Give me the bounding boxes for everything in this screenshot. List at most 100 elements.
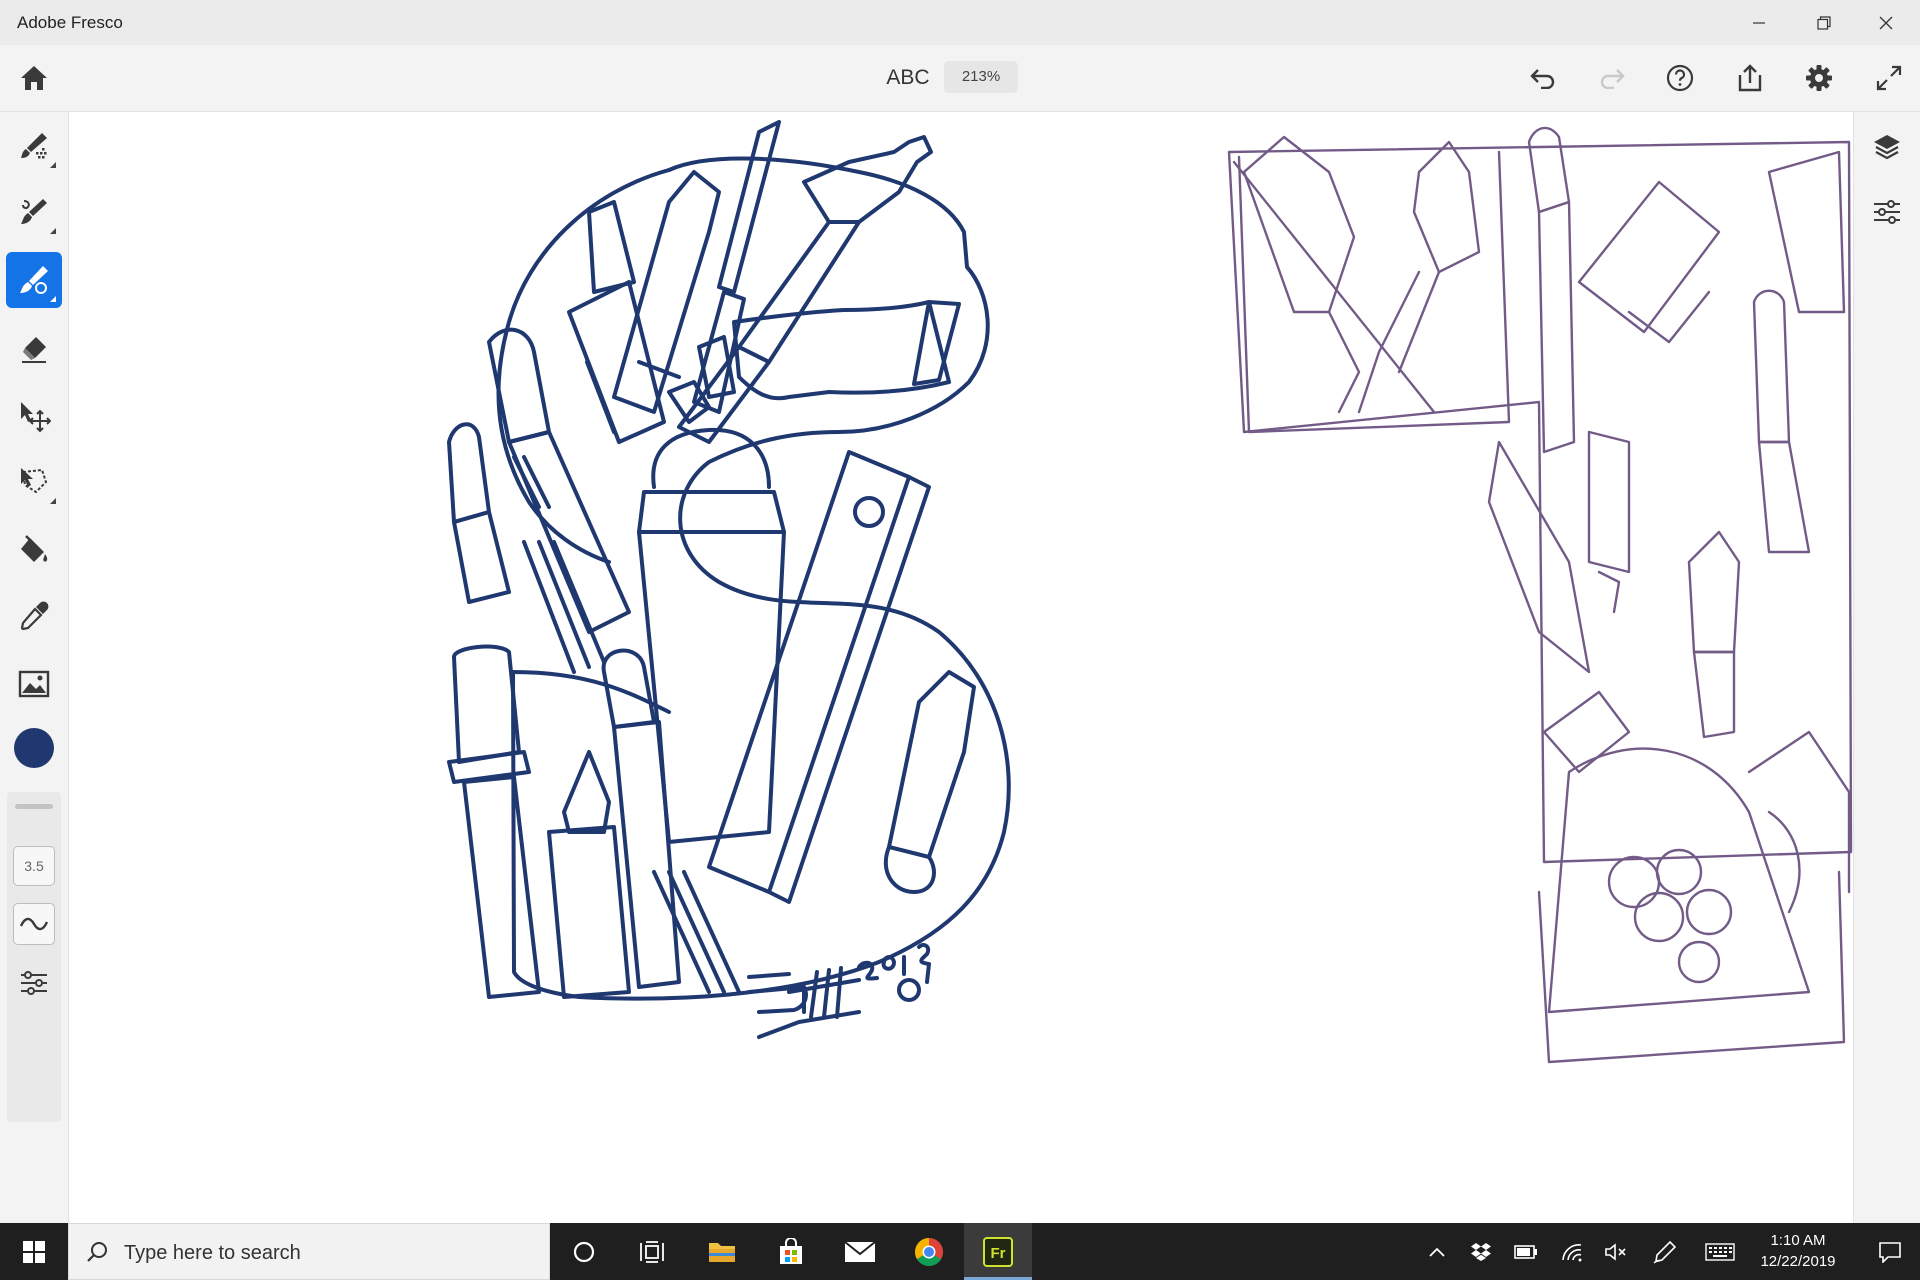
volume-muted-icon (1605, 1242, 1626, 1261)
size-slider-handle[interactable] (15, 804, 53, 809)
layers-icon (1874, 135, 1900, 160)
system-clock[interactable]: 1:10 AM 12/22/2019 (1736, 1230, 1860, 1272)
settings-button[interactable] (1796, 55, 1842, 101)
taskbar-search[interactable]: Type here to search (68, 1223, 550, 1280)
fresco-icon: Fr (983, 1236, 1013, 1267)
pencil-sketch (1227, 126, 1853, 1064)
live-brush-tool[interactable] (6, 184, 62, 240)
restore-icon (1817, 15, 1831, 30)
chrome-icon (915, 1237, 943, 1266)
fresco-icon-label: Fr (991, 1245, 1006, 1262)
cortana-icon (573, 1241, 595, 1262)
zoom-level[interactable]: 213% (944, 61, 1018, 93)
layer-properties-icon (1874, 200, 1900, 224)
help-button[interactable] (1657, 55, 1703, 101)
search-placeholder: Type here to search (124, 1242, 301, 1264)
windows-logo-icon (23, 1240, 45, 1263)
fullscreen-button[interactable] (1866, 55, 1912, 101)
smoothing-wave-icon (19, 917, 49, 931)
pixel-brush-icon (21, 133, 47, 159)
network-tray-button[interactable] (1552, 1223, 1592, 1280)
mail-icon (844, 1240, 876, 1262)
move-transform-icon (21, 402, 51, 433)
minimize-button[interactable] (1725, 0, 1793, 45)
share-button[interactable] (1727, 55, 1773, 101)
place-image-tool[interactable] (6, 656, 62, 712)
pixel-brush-tool[interactable] (6, 118, 62, 174)
document-title[interactable]: ABC (870, 66, 946, 90)
undo-icon (1530, 69, 1555, 89)
fresco-taskbar-button[interactable]: Fr (964, 1223, 1032, 1280)
task-view-icon (640, 1240, 664, 1263)
minimize-icon (1753, 21, 1765, 24)
redo-button[interactable] (1589, 55, 1635, 101)
task-view-button[interactable] (618, 1223, 686, 1280)
layers-button[interactable] (1864, 124, 1910, 170)
pen-icon (1653, 1240, 1677, 1264)
touch-keyboard-button[interactable] (1700, 1223, 1740, 1280)
lasso-select-tool[interactable] (6, 454, 62, 510)
file-explorer-button[interactable] (688, 1223, 756, 1280)
brush-size-value[interactable]: 3.5 (13, 846, 55, 886)
app-toolbar: ABC 213% (0, 45, 1920, 112)
layer-properties-button[interactable] (1864, 189, 1910, 235)
home-icon (21, 66, 47, 90)
chrome-button[interactable] (895, 1223, 963, 1280)
brush-settings-panel: 3.5 (7, 792, 61, 1122)
vector-brush-tool[interactable] (6, 252, 62, 308)
right-rail (1853, 112, 1920, 1223)
battery-icon (1514, 1244, 1537, 1259)
clock-time: 1:10 AM (1770, 1232, 1826, 1249)
mail-button[interactable] (826, 1223, 894, 1280)
eyedropper-tool[interactable] (6, 588, 62, 644)
dropbox-icon (1471, 1242, 1491, 1261)
window-title-bar: Adobe Fresco (0, 0, 1920, 45)
share-icon (1738, 64, 1762, 92)
close-icon (1879, 16, 1893, 29)
window-title: Adobe Fresco (17, 13, 123, 32)
wifi-icon (1562, 1243, 1582, 1261)
taskbar: Type here to search Fr 1:10 AM 12/22/201… (0, 1223, 1920, 1280)
undo-button[interactable] (1520, 55, 1566, 101)
eraser-tool[interactable] (6, 321, 62, 377)
cortana-button[interactable] (550, 1223, 618, 1280)
help-icon (1666, 64, 1694, 92)
brush-options-button[interactable] (13, 962, 55, 1004)
vector-brush-icon (20, 266, 48, 294)
chevron-up-icon (1429, 1247, 1445, 1257)
keyboard-icon (1705, 1242, 1735, 1261)
redo-icon (1600, 69, 1625, 89)
volume-tray-button[interactable] (1596, 1223, 1636, 1280)
ink-letter-s-drawing (447, 120, 1011, 1039)
drawing-canvas[interactable] (69, 112, 1853, 1223)
store-button[interactable] (757, 1223, 825, 1280)
notification-icon (1879, 1241, 1901, 1263)
tools-panel: 3.5 (0, 112, 69, 1223)
fill-tool[interactable] (6, 522, 62, 578)
dropbox-tray-button[interactable] (1461, 1223, 1501, 1280)
start-button[interactable] (0, 1223, 68, 1280)
close-button[interactable] (1852, 0, 1920, 45)
restore-button[interactable] (1790, 0, 1858, 45)
search-icon (87, 1242, 107, 1262)
live-brush-icon (21, 199, 47, 224)
home-button[interactable] (11, 55, 57, 101)
smoothing-button[interactable] (13, 903, 55, 945)
color-swatch[interactable] (14, 728, 54, 768)
file-explorer-icon (709, 1242, 735, 1262)
artwork (447, 120, 1853, 1064)
eraser-icon (22, 337, 46, 363)
fill-bucket-icon (21, 535, 48, 562)
move-transform-tool[interactable] (6, 388, 62, 444)
sliders-icon (21, 971, 47, 995)
show-hidden-icons-button[interactable] (1417, 1223, 1457, 1280)
pen-workspace-button[interactable] (1645, 1223, 1685, 1280)
fullscreen-icon (1876, 65, 1902, 91)
gear-icon (1806, 65, 1832, 91)
eyedropper-icon (20, 601, 49, 631)
battery-tray-button[interactable] (1506, 1223, 1546, 1280)
action-center-button[interactable] (1860, 1223, 1920, 1280)
lasso-select-icon (21, 468, 48, 494)
clock-date: 12/22/2019 (1760, 1253, 1836, 1270)
store-icon (780, 1237, 802, 1264)
